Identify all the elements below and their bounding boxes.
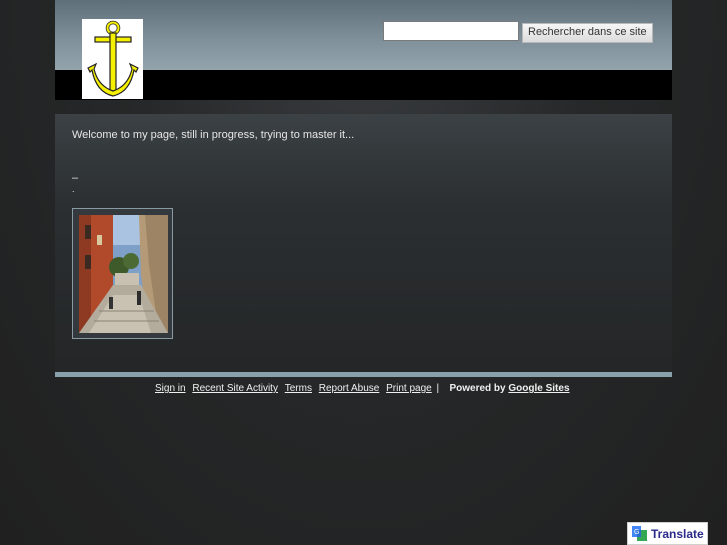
photo-frame[interactable] bbox=[72, 208, 173, 339]
print-page-link[interactable]: Print page bbox=[386, 383, 432, 394]
search-button[interactable]: Rechercher dans ce site bbox=[522, 23, 653, 43]
google-translate-icon: G bbox=[632, 526, 647, 541]
translate-button[interactable]: G Translate bbox=[627, 522, 708, 545]
welcome-text: Welcome to my page, still in progress, t… bbox=[72, 129, 355, 141]
dot-text: . bbox=[72, 184, 75, 194]
header-bar bbox=[55, 70, 672, 100]
recent-activity-link[interactable]: Recent Site Activity bbox=[192, 383, 278, 394]
sign-in-link[interactable]: Sign in bbox=[155, 383, 186, 394]
svg-text:G: G bbox=[634, 529, 639, 536]
alley-photo[interactable] bbox=[79, 215, 168, 333]
report-abuse-link[interactable]: Report Abuse bbox=[319, 383, 380, 394]
terms-link[interactable]: Terms bbox=[285, 383, 312, 394]
anchor-icon bbox=[86, 20, 139, 97]
main-content: Welcome to my page, still in progress, t… bbox=[55, 114, 672, 372]
footer-rule bbox=[55, 372, 672, 377]
site-footer: Sign in Recent Site Activity Terms Repor… bbox=[155, 383, 570, 394]
translate-label: Translate bbox=[651, 526, 704, 541]
powered-by-label: Powered by bbox=[449, 383, 506, 394]
google-sites-link[interactable]: Google Sites bbox=[508, 383, 569, 394]
site-header: Rechercher dans ce site bbox=[55, 0, 672, 100]
search-input[interactable] bbox=[383, 21, 519, 41]
dash-text: – bbox=[72, 172, 79, 184]
site-logo[interactable] bbox=[82, 19, 143, 99]
footer-separator: | bbox=[436, 383, 440, 394]
